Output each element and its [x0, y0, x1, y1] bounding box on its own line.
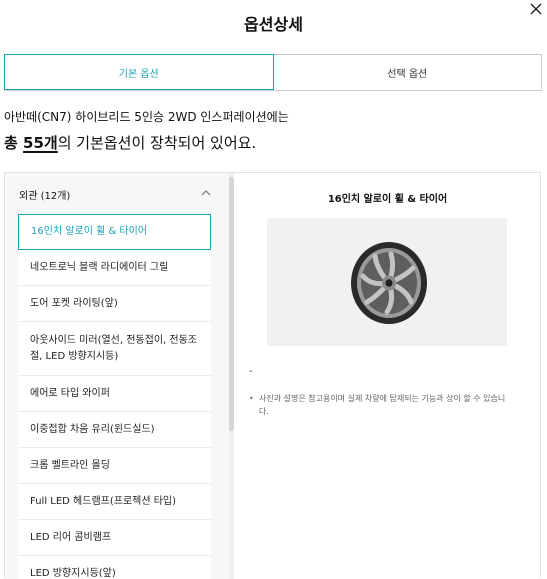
- detail-title: 16인치 알로이 휠 & 타이어: [327, 194, 448, 205]
- list-item[interactable]: LED 리어 콤비램프: [18, 520, 211, 556]
- list-scrollbar[interactable]: [229, 173, 234, 579]
- category-header[interactable]: 외관 (12개): [19, 187, 215, 205]
- detail-description: -: [249, 366, 253, 377]
- summary-prefix: 총: [4, 134, 24, 152]
- wheel-image: [267, 218, 507, 346]
- disclaimer-note: 사진과 설명은 참고용이며 실제 차량에 탑재되는 기능과 상이 할 수 있습니…: [249, 392, 511, 418]
- list-item[interactable]: LED 방향지시등(앞): [18, 556, 211, 579]
- option-tabs: 기본 옵션 선택 옵션: [4, 54, 542, 91]
- list-item[interactable]: Full LED 헤드램프(프로젝션 타입): [18, 484, 211, 520]
- tab-basic-options[interactable]: 기본 옵션: [4, 54, 274, 90]
- category-label: 외관 (12개): [19, 191, 71, 202]
- option-count: 55개: [23, 134, 58, 152]
- list-item[interactable]: 네오트로닉 블랙 라디에이터 그릴: [18, 250, 211, 286]
- list-item[interactable]: 아웃사이드 미러(열선, 전동접이, 전동조절, LED 방향지시등): [18, 322, 211, 376]
- list-item[interactable]: 에어로 타입 와이퍼: [18, 376, 211, 412]
- option-detail: 16인치 알로이 휠 & 타이어 - 사진과 설명은 참: [235, 173, 540, 579]
- list-item[interactable]: 이중접합 차음 유리(윈드실드): [18, 412, 211, 448]
- tab-selected-options[interactable]: 선택 옵션: [273, 54, 542, 90]
- scrollbar-thumb[interactable]: [229, 177, 234, 431]
- summary-suffix: 의 기본옵션이 장착되어 있어요.: [57, 134, 257, 152]
- close-icon[interactable]: [529, 2, 543, 16]
- list-item[interactable]: 16인치 알로이 휠 & 타이어: [18, 214, 211, 250]
- modal-title: 옵션상세: [244, 15, 303, 34]
- option-list-pane: 외관 (12개) 16인치 알로이 휠 & 타이어 네오트로닉 블랙 라디에이터…: [5, 173, 230, 579]
- wheel-graphic: [351, 242, 427, 324]
- option-count-summary: 총 55개의 기본옵션이 장착되어 있어요.: [4, 132, 256, 153]
- trim-description: 아반떼(CN7) 하이브리드 5인승 2WD 인스퍼레이션에는: [4, 110, 289, 124]
- option-list: 16인치 알로이 휠 & 타이어 네오트로닉 블랙 라디에이터 그릴 도어 포켓…: [18, 214, 211, 579]
- list-item[interactable]: 크롬 벨트라인 몰딩: [18, 448, 211, 484]
- chevron-up-icon[interactable]: [201, 189, 211, 197]
- list-item[interactable]: 도어 포켓 라이팅(앞): [18, 286, 211, 322]
- option-detail-panel: 외관 (12개) 16인치 알로이 휠 & 타이어 네오트로닉 블랙 라디에이터…: [4, 172, 541, 579]
